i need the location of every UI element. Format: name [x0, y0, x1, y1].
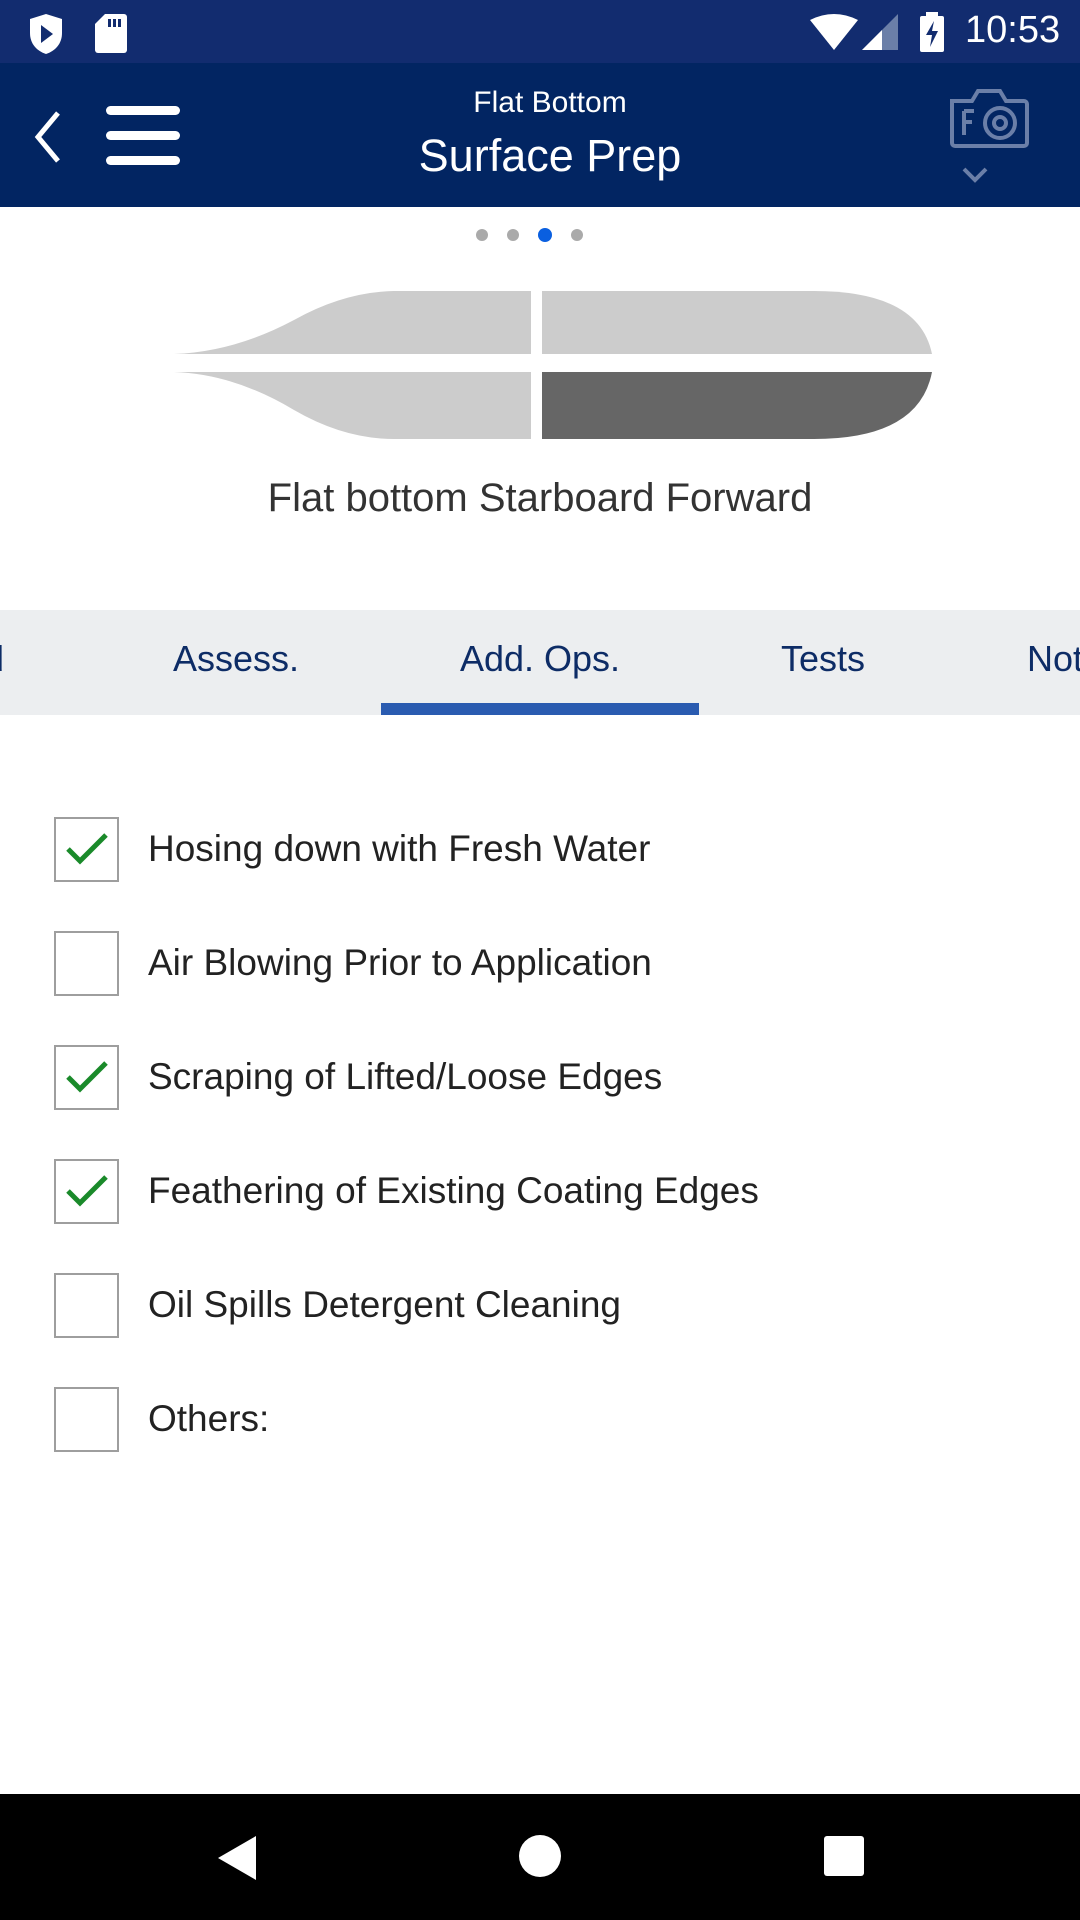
checkbox[interactable] [54, 1272, 119, 1338]
checkbox[interactable] [54, 930, 119, 996]
checklist-item[interactable]: Hosing down with Fresh Water [54, 816, 651, 882]
nav-back-icon[interactable] [214, 1834, 258, 1882]
checklist-label: Hosing down with Fresh Water [148, 828, 651, 869]
nav-recents-icon[interactable] [824, 1836, 864, 1876]
checklist-item[interactable]: Others: [54, 1386, 270, 1452]
checklist-label: Oil Spills Detergent Cleaning [148, 1284, 622, 1325]
tab-prev[interactable]: d [0, 610, 4, 715]
navigation-bar [0, 1794, 1080, 1920]
page-indicator [476, 228, 583, 242]
page-dot[interactable] [571, 229, 583, 241]
hull-diagram [174, 291, 932, 439]
page-dot[interactable] [476, 229, 488, 241]
checkbox[interactable] [54, 1044, 119, 1110]
checklist-item[interactable]: Scraping of Lifted/Loose Edges [54, 1044, 663, 1110]
tab-indicator [381, 703, 699, 715]
shield-play-icon [30, 14, 62, 54]
signal-icon [862, 14, 898, 50]
checklist-label: Others: [148, 1398, 270, 1439]
status-time: 10:53 [965, 9, 1061, 51]
sd-card-icon [95, 14, 127, 53]
tab-assess[interactable]: Assess. [173, 610, 299, 715]
toolbar-title: Surface Prep [418, 130, 682, 181]
checkmark-icon [65, 833, 108, 865]
toolbar: Flat Bottom Surface Prep [0, 63, 1080, 207]
checkbox[interactable] [54, 1158, 119, 1224]
nav-home-icon[interactable] [518, 1834, 562, 1878]
page-dot[interactable] [507, 229, 519, 241]
checkmark-icon [65, 1175, 108, 1207]
tab-notes[interactable]: Not [1027, 610, 1080, 715]
checklist-label: Air Blowing Prior to Application [148, 942, 652, 983]
status-bar: 10:53 [0, 0, 1080, 63]
battery-charging-icon [920, 12, 944, 52]
checklist-item[interactable]: Oil Spills Detergent Cleaning [54, 1272, 622, 1338]
checkbox[interactable] [54, 816, 119, 882]
hull-port-aft[interactable] [174, 291, 531, 354]
checklist-label: Scraping of Lifted/Loose Edges [148, 1056, 663, 1097]
toolbar-subtitle: Flat Bottom [473, 86, 627, 119]
checklist-label: Feathering of Existing Coating Edges [148, 1170, 759, 1211]
tab-bar: d Assess. Add. Ops. Tests Not [0, 610, 1080, 715]
checklist-item[interactable]: Air Blowing Prior to Application [54, 930, 652, 996]
hull-starboard-aft[interactable] [174, 372, 531, 439]
checklist-item[interactable]: Feathering of Existing Coating Edges [54, 1158, 759, 1224]
diagram-caption: Flat bottom Starboard Forward [267, 476, 813, 520]
wifi-icon [810, 14, 858, 50]
tab-add-ops[interactable]: Add. Ops. [460, 610, 620, 715]
page-dot-active[interactable] [538, 228, 552, 242]
checkbox[interactable] [54, 1386, 119, 1452]
hull-starboard-forward[interactable] [542, 372, 932, 439]
hull-port-forward[interactable] [542, 291, 932, 354]
checkmark-icon [65, 1061, 108, 1093]
chevron-down-icon[interactable] [962, 166, 988, 184]
camera-icon[interactable] [948, 87, 1030, 149]
tab-tests[interactable]: Tests [781, 610, 865, 715]
